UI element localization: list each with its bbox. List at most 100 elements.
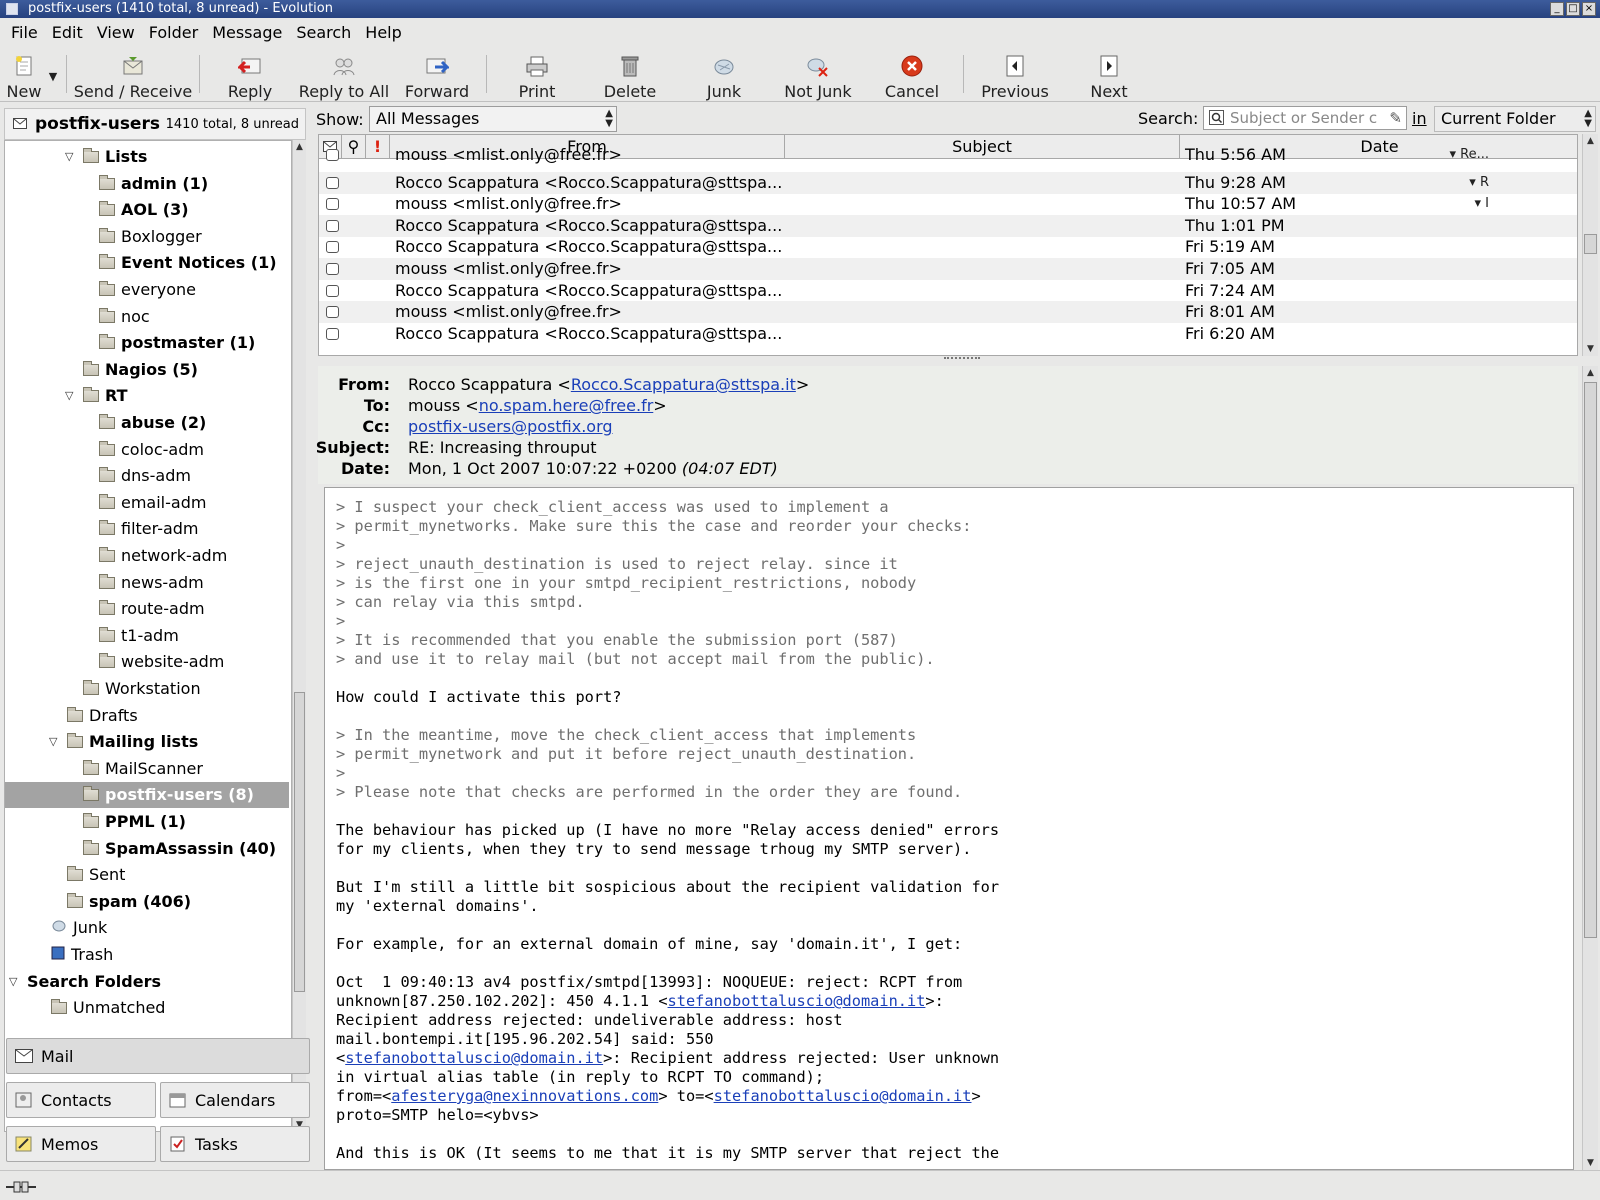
folder-item[interactable]: website-adm xyxy=(5,649,289,675)
from-email-link[interactable]: Rocco.Scappatura@sttspa.it xyxy=(571,375,796,394)
read-envelope-icon[interactable] xyxy=(326,263,339,275)
folder-item[interactable]: Nagios (5) xyxy=(5,357,289,383)
maximize-button[interactable]: □ xyxy=(1566,2,1580,16)
message-row[interactable]: mouss <mlist.only@free.fr> Fri 7:05 AM xyxy=(319,258,1577,280)
scroll-up-icon[interactable]: ▲ xyxy=(1583,134,1598,148)
print-button[interactable]: Print xyxy=(491,46,583,102)
email-link[interactable]: stefanobottaluscio@domain.it xyxy=(668,992,926,1010)
close-window-button[interactable]: × xyxy=(1582,2,1596,16)
memos-switcher-button[interactable]: Memos xyxy=(6,1126,156,1162)
scrollbar-thumb[interactable] xyxy=(294,692,305,992)
to-email-link[interactable]: no.spam.here@free.fr xyxy=(479,396,654,415)
scrollbar-thumb[interactable] xyxy=(1584,234,1597,254)
folder-item[interactable]: Unmatched xyxy=(5,995,289,1021)
folder-item[interactable]: MailScanner xyxy=(5,756,289,782)
window-menu-icon[interactable] xyxy=(6,3,18,15)
scroll-up-icon[interactable]: ▲ xyxy=(293,140,306,154)
email-link[interactable]: afesteryga@nexinnovations.com xyxy=(391,1087,658,1105)
read-envelope-icon[interactable] xyxy=(326,198,339,211)
message-row[interactable]: Rocco Scappatura <Rocco.Scappatura@sttsp… xyxy=(319,236,1577,258)
previous-button[interactable]: Previous xyxy=(968,46,1062,102)
folder-item[interactable]: Workstation xyxy=(5,676,289,702)
folder-item[interactable]: route-adm xyxy=(5,596,289,622)
reply-all-button[interactable]: Reply to All xyxy=(296,46,392,102)
message-row[interactable]: Rocco Scappatura <Rocco.Scappatura@sttsp… xyxy=(319,214,1577,237)
cc-email-link[interactable]: postfix-users@postfix.org xyxy=(408,417,613,436)
email-link[interactable]: stefanobottaluscio@domain.it xyxy=(714,1087,972,1105)
new-dropdown-button[interactable]: ▼ xyxy=(44,46,62,102)
folder-scrollbar[interactable]: ▲ ▼ xyxy=(292,140,306,1132)
folder-item[interactable]: postmaster (1) xyxy=(5,330,289,356)
folder-item[interactable]: coloc-adm xyxy=(5,437,289,463)
folder-item[interactable]: ▽ Lists xyxy=(5,144,289,170)
folder-item[interactable]: abuse (2) xyxy=(5,410,289,436)
folder-item[interactable]: postfix-users (8) xyxy=(5,782,289,809)
calendars-switcher-button[interactable]: Calendars xyxy=(160,1082,310,1118)
read-envelope-icon[interactable] xyxy=(326,149,339,161)
search-input[interactable]: Subject or Sender c ✎ xyxy=(1203,106,1407,130)
read-envelope-icon[interactable] xyxy=(326,219,339,232)
read-envelope-icon[interactable] xyxy=(326,306,339,319)
forward-button[interactable]: Forward xyxy=(392,46,482,102)
folder-item[interactable]: admin (1) xyxy=(5,171,289,197)
new-button[interactable]: New xyxy=(4,46,44,102)
folder-item[interactable]: dns-adm xyxy=(5,463,289,489)
menu-message[interactable]: Message xyxy=(205,23,289,42)
reply-button[interactable]: Reply xyxy=(204,46,296,102)
message-row[interactable]: mouss <mlist.only@free.fr> ▾ I Thu 10:57 A… xyxy=(319,193,1577,215)
contacts-switcher-button[interactable]: Contacts xyxy=(6,1082,156,1118)
folder-item[interactable]: network-adm xyxy=(5,543,289,569)
email-link[interactable]: stefanobottaluscio@domain.it xyxy=(345,1049,603,1067)
clear-search-icon[interactable]: ✎ xyxy=(1389,107,1402,129)
scrollbar-thumb[interactable] xyxy=(1584,382,1597,938)
folder-item[interactable]: PPML (1) xyxy=(5,809,289,835)
message-list-scrollbar[interactable]: ▲ ▼ xyxy=(1582,134,1598,356)
scroll-up-icon[interactable]: ▲ xyxy=(1583,366,1598,380)
folder-item[interactable]: filter-adm xyxy=(5,516,289,542)
menu-file[interactable]: File xyxy=(4,23,45,42)
folder-item[interactable]: Event Notices (1) xyxy=(5,250,289,276)
message-row[interactable]: mouss <mlist.only@free.fr> Fri 8:01 AM xyxy=(319,301,1577,324)
folder-item[interactable]: ▽ RT xyxy=(5,383,289,409)
message-row[interactable]: Rocco Scappatura <Rocco.Scappatura@sttsp… xyxy=(319,323,1577,345)
menu-view[interactable]: View xyxy=(90,23,142,42)
next-button[interactable]: Next xyxy=(1062,46,1156,102)
message-row[interactable]: Rocco Scappatura <Rocco.Scappatura@sttsp… xyxy=(319,280,1577,302)
folder-item[interactable]: t1-adm xyxy=(5,623,289,649)
folder-item[interactable]: noc xyxy=(5,304,289,330)
read-envelope-icon[interactable] xyxy=(326,176,339,189)
folder-item[interactable]: SpamAssassin (40) xyxy=(5,836,289,862)
folder-item[interactable]: everyone xyxy=(5,277,289,303)
folder-item[interactable]: ▽ Search Folders xyxy=(5,969,289,995)
menu-edit[interactable]: Edit xyxy=(45,23,90,42)
pane-resize-handle[interactable] xyxy=(944,357,980,361)
message-row[interactable]: Rocco Scappatura <Rocco.Scappatura@sttsp… xyxy=(319,171,1577,194)
junk-button[interactable]: Junk xyxy=(677,46,771,102)
read-envelope-icon[interactable] xyxy=(326,327,339,340)
read-envelope-icon[interactable] xyxy=(326,241,339,254)
minimize-button[interactable]: _ xyxy=(1550,2,1564,16)
scroll-down-icon[interactable]: ▼ xyxy=(1583,1156,1598,1170)
mail-switcher-button[interactable]: Mail xyxy=(6,1038,310,1074)
folder-item[interactable]: spam (406) xyxy=(5,889,289,915)
folder-item[interactable]: Sent xyxy=(5,862,289,888)
menu-folder[interactable]: Folder xyxy=(142,23,205,42)
menu-help[interactable]: Help xyxy=(358,23,408,42)
scroll-down-icon[interactable]: ▼ xyxy=(1583,342,1598,356)
folder-item[interactable]: email-adm xyxy=(5,490,289,516)
show-filter-combo[interactable]: All Messages ▲ ▼ xyxy=(369,106,617,132)
folder-item[interactable]: Junk xyxy=(5,915,289,941)
preview-scrollbar[interactable]: ▲ ▼ xyxy=(1582,366,1598,1170)
expander-open-icon[interactable]: ▽ xyxy=(65,144,77,170)
tasks-switcher-button[interactable]: Tasks xyxy=(160,1126,310,1162)
delete-button[interactable]: Delete xyxy=(583,46,677,102)
send-receive-button[interactable]: Send / Receive xyxy=(71,46,195,102)
menu-search[interactable]: Search xyxy=(289,23,358,42)
folder-item[interactable]: ▽ Mailing lists xyxy=(5,729,289,755)
online-status-icon[interactable] xyxy=(6,1179,36,1197)
folder-item[interactable]: Boxlogger xyxy=(5,224,289,250)
read-envelope-icon[interactable] xyxy=(326,284,339,297)
expander-open-icon[interactable]: ▽ xyxy=(65,383,77,409)
folder-item[interactable]: news-adm xyxy=(5,570,289,596)
search-scope-combo[interactable]: Current Folder ▲ ▼ xyxy=(1434,106,1596,132)
